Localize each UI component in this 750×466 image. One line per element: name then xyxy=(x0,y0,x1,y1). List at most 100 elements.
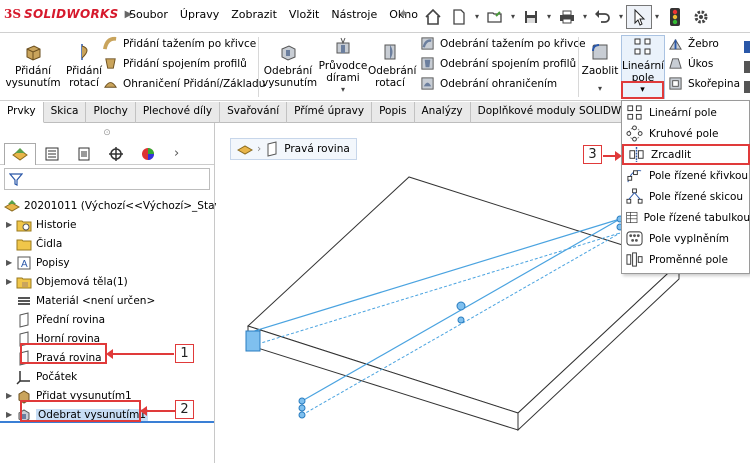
swept-boss-label: Přidání tažením po křivce xyxy=(123,37,257,50)
extruded-boss-button[interactable]: Přidání vysunutím xyxy=(4,41,62,89)
lofted-boss-button[interactable]: Přidání spojením profilů xyxy=(103,56,247,71)
property-manager-tab-icon[interactable] xyxy=(36,143,68,165)
rib-button[interactable]: Žebro xyxy=(668,36,719,51)
select-dropdown-icon[interactable]: ▾ xyxy=(652,12,662,21)
hole-wizard-dropdown-icon[interactable]: ▾ xyxy=(317,84,369,96)
expand-arrow-icon[interactable]: ▶ xyxy=(6,391,16,400)
tree-item-objemova-tela[interactable]: ▶ Objemová těla(1) xyxy=(6,272,128,291)
tab-plechove-dily[interactable]: Plechové díly xyxy=(136,102,221,123)
solidworks-logo-text: SOLIDWORKS xyxy=(24,7,119,21)
panel-collapse-handle[interactable]: ⊙ xyxy=(0,123,214,143)
menu-item-linearni-pole[interactable]: Lineární pole xyxy=(622,102,750,123)
tree-item-pocatek[interactable]: Počátek xyxy=(6,367,77,386)
dropdown-arrow-icon: ▾ xyxy=(640,85,645,95)
tree-item-material[interactable]: Materiál <není určen> xyxy=(6,291,155,310)
rib-icon xyxy=(669,38,682,50)
revolved-cut-icon xyxy=(384,44,396,60)
menu-item-label: Pole řízené tabulkou xyxy=(643,211,750,224)
home-icon[interactable] xyxy=(420,5,446,29)
tree-item-historie[interactable]: ▶ Historie xyxy=(6,215,77,234)
tree-item-predni-rovina[interactable]: Přední rovina xyxy=(6,310,105,329)
expand-arrow-icon[interactable]: ▶ xyxy=(6,258,16,267)
linear-pattern-dropdown-toggle[interactable]: ▾ xyxy=(621,81,664,99)
tree-filter[interactable] xyxy=(4,168,210,190)
menu-zobrazit[interactable]: Zobrazit xyxy=(225,8,283,21)
breadcrumb[interactable]: › Pravá rovina xyxy=(230,138,357,160)
draft-button[interactable]: Úkos xyxy=(668,56,713,71)
boundary-boss-button[interactable]: Ohraničení Přidání/Základu xyxy=(103,76,265,91)
tree-item-popisy[interactable]: ▶ A Popisy xyxy=(6,253,70,272)
menu-item-pole-rizene-krivkou[interactable]: Pole řízené křivkou xyxy=(622,165,750,186)
menu-item-zrcadlit[interactable]: Zrcadlit xyxy=(622,144,750,165)
new-dropdown-icon[interactable]: ▾ xyxy=(472,12,482,21)
swept-boss-icon xyxy=(103,36,117,50)
hole-wizard-button[interactable]: Průvodce dírami ▾ xyxy=(317,36,369,96)
boundary-cut-button[interactable]: Odebrání ohraničením xyxy=(420,76,557,91)
boundary-boss-label: Ohraničení Přidání/Základu xyxy=(123,77,266,90)
expand-arrow-icon[interactable]: ▶ xyxy=(6,220,16,229)
lofted-boss-icon xyxy=(105,58,116,69)
extruded-cut-button[interactable]: Odebrání vysunutím xyxy=(262,41,317,89)
expand-arrow-icon[interactable]: ▶ xyxy=(6,410,16,419)
print-dropdown-icon[interactable]: ▾ xyxy=(580,12,590,21)
boundary-cut-label: Odebrání ohraničením xyxy=(440,77,558,90)
display-manager-tab-icon[interactable] xyxy=(132,143,164,165)
tab-analyzy[interactable]: Analýzy xyxy=(415,102,471,123)
new-document-icon[interactable] xyxy=(446,5,472,29)
pin-icon[interactable]: ✦ xyxy=(398,7,409,22)
dimxpert-tab-icon[interactable] xyxy=(100,143,132,165)
feature-manager-tab-icon[interactable] xyxy=(4,142,36,165)
shell-icon xyxy=(669,77,682,90)
swept-boss-button[interactable]: Přidání tažením po křivce xyxy=(103,36,256,51)
menu-item-pole-rizene-tabulkou[interactable]: Pole řízené tabulkou xyxy=(622,207,750,228)
lofted-cut-button[interactable]: Odebrání spojením profilů xyxy=(420,56,576,71)
shell-button[interactable]: Skořepina xyxy=(668,76,740,91)
undo-icon[interactable] xyxy=(590,5,616,29)
tree-root[interactable]: 20201011 (Výchozí<<Výchozí>_Stav zob xyxy=(4,196,243,215)
menu-item-label: Lineární pole xyxy=(649,106,717,119)
menu-item-pole-vyplnenim[interactable]: Pole vyplněním xyxy=(622,228,750,249)
open-dropdown-icon[interactable]: ▾ xyxy=(508,12,518,21)
open-folder-icon[interactable] xyxy=(482,5,508,29)
tab-skica[interactable]: Skica xyxy=(44,102,87,123)
linear-pattern-icon xyxy=(627,105,642,120)
menu-upravy[interactable]: Úpravy xyxy=(174,8,225,21)
menu-nastroje[interactable]: Nástroje xyxy=(325,8,383,21)
traffic-light-icon[interactable] xyxy=(662,5,688,29)
tab-plochy[interactable]: Plochy xyxy=(86,102,136,123)
tree-item-cidla[interactable]: Čidla xyxy=(6,234,62,253)
menu-item-pole-rizene-skicou[interactable]: Pole řízené skicou xyxy=(622,186,750,207)
revolved-boss-label-1: Přidání xyxy=(65,65,103,77)
revolved-cut-button[interactable]: Odebrání rotací xyxy=(368,41,416,89)
solidworks-logo[interactable]: 3S SOLIDWORKS ▶ xyxy=(4,7,132,21)
menu-soubor[interactable]: Soubor xyxy=(123,8,174,21)
undo-dropdown-icon[interactable]: ▾ xyxy=(616,12,626,21)
tab-svarovani[interactable]: Svařování xyxy=(220,102,288,123)
revolved-boss-button[interactable]: Přidání rotací xyxy=(60,41,108,89)
tab-prime-upravy[interactable]: Přímé úpravy xyxy=(287,102,373,123)
part-icon xyxy=(4,199,20,212)
menu-item-label: Pole řízené skicou xyxy=(649,190,744,203)
expand-arrow-icon[interactable]: ▶ xyxy=(6,277,16,286)
save-dropdown-icon[interactable]: ▾ xyxy=(544,12,554,21)
configuration-manager-tab-icon[interactable] xyxy=(68,143,100,165)
callout-arrow-1 xyxy=(106,349,174,359)
swept-cut-button[interactable]: Odebrání tažením po křivce xyxy=(420,36,586,51)
save-icon[interactable] xyxy=(518,5,544,29)
revolved-cut-label-2: rotací xyxy=(375,77,405,89)
select-pointer-icon[interactable] xyxy=(626,4,652,29)
tab-popis[interactable]: Popis xyxy=(372,102,415,123)
material-icon xyxy=(18,296,30,305)
panel-tabs-chevron-icon[interactable]: › xyxy=(174,146,179,161)
print-icon[interactable] xyxy=(554,5,580,29)
menu-vlozit[interactable]: Vložit xyxy=(283,8,325,21)
menu-item-kruhove-pole[interactable]: Kruhové pole xyxy=(622,123,750,144)
menu-item-promenne-pole[interactable]: Proměnné pole xyxy=(622,249,750,270)
tab-prvky[interactable]: Prvky xyxy=(0,102,44,123)
fillet-button[interactable]: Zaoblit ▾ xyxy=(581,41,619,95)
fillet-dropdown-icon[interactable]: ▾ xyxy=(581,83,619,95)
lofted-boss-label: Přidání spojením profilů xyxy=(123,57,247,70)
options-gear-icon[interactable] xyxy=(688,5,714,29)
hole-wizard-label-2: dírami xyxy=(326,72,360,84)
extruded-cut-label-1: Odebrání xyxy=(263,65,313,77)
